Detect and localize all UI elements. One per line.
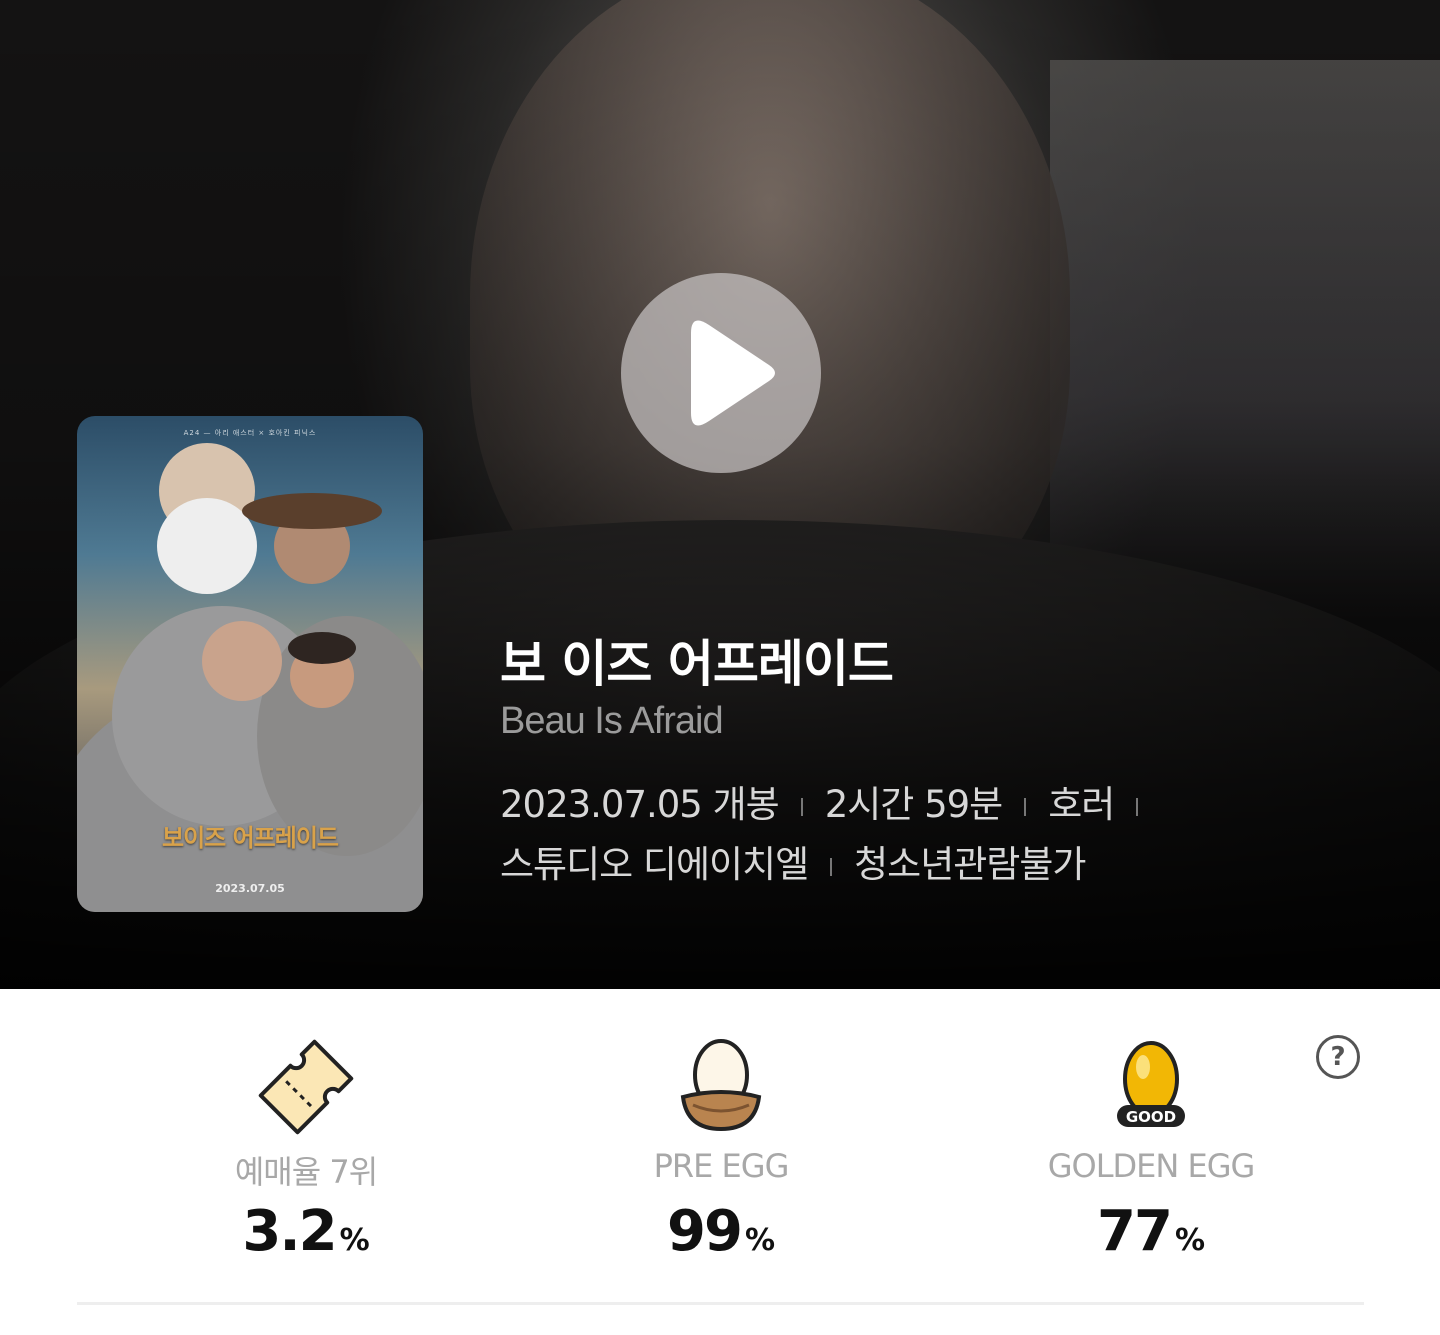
poster-date: 2023.07.05 — [215, 882, 285, 895]
meta-separator — [1136, 797, 1139, 816]
egg-nest-icon — [679, 1037, 763, 1137]
stat-value: 3.2% — [242, 1199, 370, 1264]
meta-separator — [1024, 797, 1027, 816]
movie-meta-line-2: 스튜디오 디에이치엘 청소년관람불가 — [500, 834, 1086, 888]
poster-top-text: A24 — 아리 애스터 × 호아킨 피닉스 — [183, 429, 317, 437]
poster-title: 보이즈 어프레이드 — [162, 824, 339, 852]
stats-section: 예매율 7위 3.2% PRE EGG 99% GOOD GOLDEN EGG … — [0, 989, 1440, 1335]
stat-value: 99% — [667, 1199, 775, 1264]
stat-value: 77% — [1097, 1199, 1205, 1264]
good-badge: GOOD — [1126, 1108, 1176, 1126]
stat-label: 예매율 7위 — [234, 1153, 378, 1191]
movie-original-title: Beau Is Afraid — [500, 700, 724, 742]
release-date: 2023.07.05 개봉 — [500, 783, 780, 826]
hero-banner: A24 — 아리 애스터 × 호아킨 피닉스 보이즈 어프레이드 2023.07… — [0, 0, 1440, 989]
golden-egg-icon: GOOD — [1109, 1037, 1193, 1137]
ticket-icon — [256, 1037, 356, 1141]
movie-poster: A24 — 아리 애스터 × 호아킨 피닉스 보이즈 어프레이드 2023.07… — [77, 416, 423, 912]
section-divider — [77, 1302, 1364, 1305]
meta-separator — [830, 857, 833, 876]
genre: 호러 — [1048, 783, 1115, 826]
movie-meta-line-1: 2023.07.05 개봉 2시간 59분 호러 — [500, 774, 1160, 828]
movie-title: 보 이즈 어프레이드 — [500, 635, 894, 693]
stat-label: PRE EGG — [653, 1147, 790, 1185]
distributor: 스튜디오 디에이치엘 — [500, 843, 809, 886]
help-icon[interactable]: ? — [1316, 1035, 1360, 1079]
age-rating: 청소년관람불가 — [854, 843, 1086, 886]
play-icon — [691, 320, 775, 426]
play-trailer-button[interactable] — [621, 273, 821, 473]
stat-label: GOLDEN EGG — [1047, 1147, 1256, 1185]
runtime: 2시간 59분 — [824, 783, 1004, 826]
meta-separator — [800, 797, 803, 816]
